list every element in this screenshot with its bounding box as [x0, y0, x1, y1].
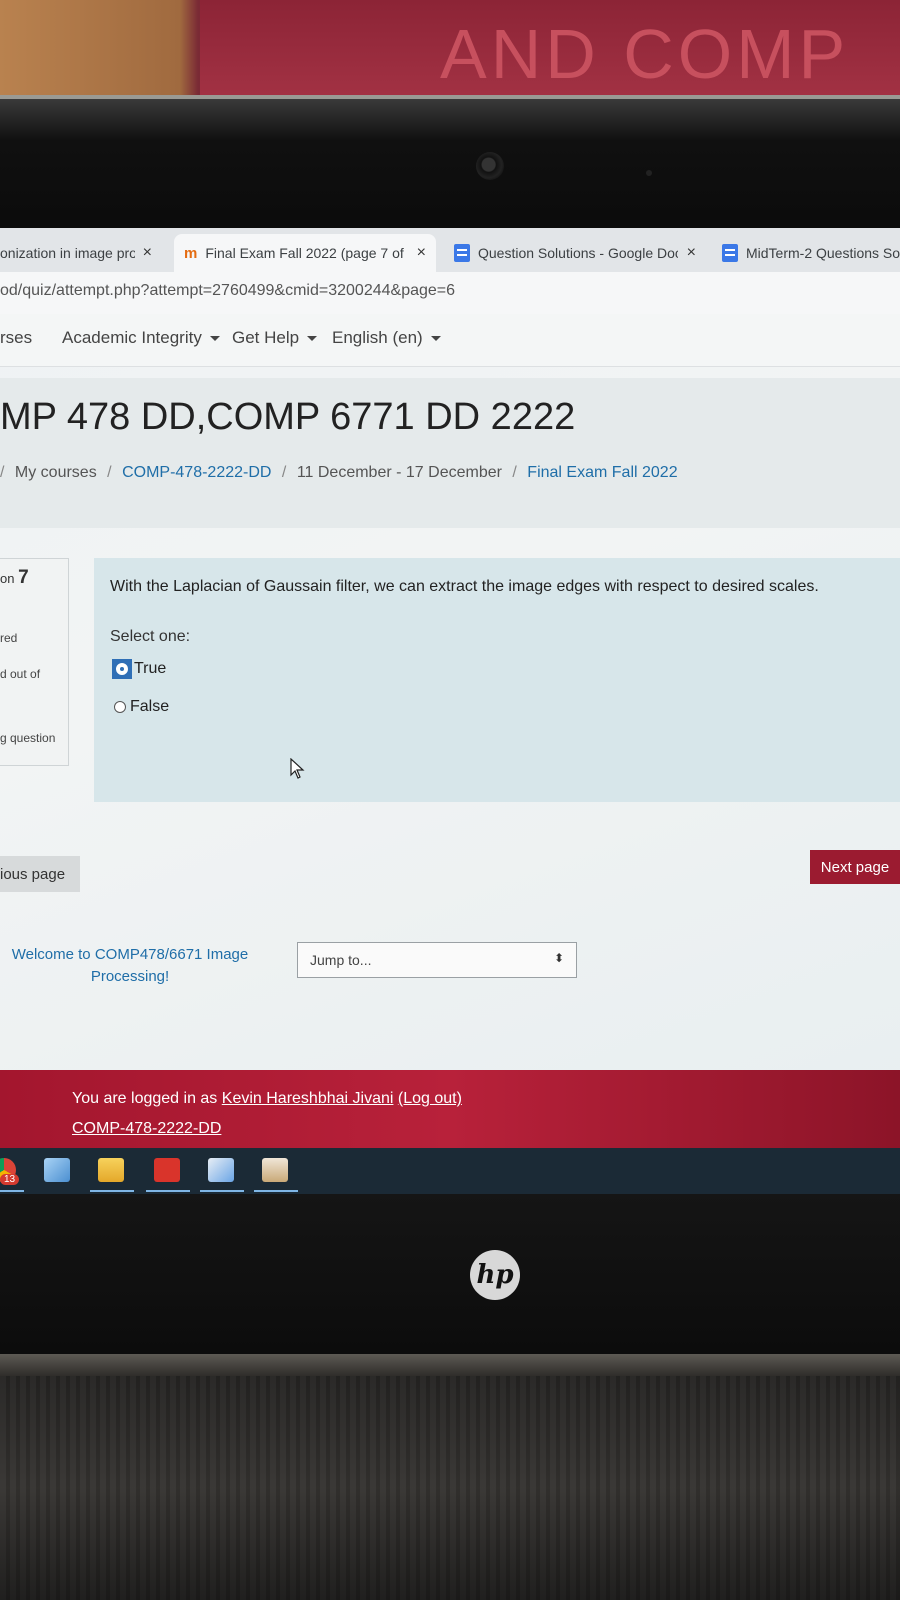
select-one-label: Select one: — [110, 628, 191, 645]
previous-page-button[interactable]: ious page — [0, 856, 80, 892]
tab-label: Question Solutions - Google Doc — [478, 245, 678, 261]
question-marks: d out of — [0, 667, 41, 681]
active-indicator — [200, 1190, 244, 1192]
question-content: With the Laplacian of Gaussain filter, w… — [94, 558, 900, 802]
option-true[interactable]: True — [112, 659, 167, 679]
user-profile-link[interactable]: Kevin Hareshbhai Jivani — [222, 1090, 394, 1107]
active-indicator — [146, 1190, 190, 1192]
address-bar[interactable]: od/quiz/attempt.php?attempt=2760499&cmid… — [0, 272, 900, 315]
tab-question-solutions[interactable]: Question Solutions - Google Doc × — [444, 234, 706, 272]
caret-down-icon — [209, 336, 220, 342]
nav-label: English (en) — [332, 328, 423, 347]
tab-label: onization in image pro — [0, 245, 135, 261]
close-icon[interactable]: × — [417, 244, 426, 262]
active-indicator — [90, 1190, 134, 1192]
tab-image-pro[interactable]: onization in image pro × — [0, 234, 162, 272]
url-text: od/quiz/attempt.php?attempt=2760499&cmid… — [0, 282, 456, 299]
breadcrumb-separator: / — [512, 464, 517, 481]
flag-question-link[interactable]: g question — [0, 731, 55, 745]
question-number-label: on — [0, 571, 15, 586]
option-label: True — [134, 660, 167, 677]
login-info: You are logged in as Kevin Hareshbhai Ji… — [72, 1090, 462, 1108]
file-explorer-icon[interactable] — [98, 1158, 124, 1182]
close-icon[interactable]: × — [143, 244, 152, 262]
next-page-button[interactable]: Next page — [810, 850, 900, 884]
breadcrumb: / My courses / COMP-478-2222-DD / 11 Dec… — [0, 464, 678, 482]
keyboard-shading — [0, 1376, 900, 1600]
nav-label: Academic Integrity — [62, 328, 202, 347]
windows-taskbar: 13 — [0, 1148, 900, 1194]
vlc-icon[interactable] — [262, 1158, 288, 1182]
hp-logo: hp — [470, 1250, 520, 1300]
wall-sign: AND COMP — [200, 0, 900, 100]
notepad-icon[interactable] — [44, 1158, 70, 1182]
question-info-panel: on 7 red d out of g question — [0, 558, 69, 766]
question-number: on 7 — [0, 567, 29, 589]
notification-badge: 13 — [0, 1174, 20, 1185]
breadcrumb-my-courses[interactable]: My courses — [15, 464, 97, 481]
caret-down-icon — [307, 336, 318, 342]
question-text: With the Laplacian of Gaussain filter, w… — [110, 578, 819, 595]
screen: onization in image pro × m Final Exam Fa… — [0, 228, 900, 1194]
mouse-cursor-icon — [290, 758, 305, 779]
breadcrumb-week[interactable]: 11 December - 17 December — [297, 464, 502, 481]
browser-tabbar: onization in image pro × m Final Exam Fa… — [0, 228, 900, 272]
radio-focus-ring — [112, 659, 132, 679]
previous-activity-link[interactable]: Welcome to COMP478/6671 Image Processing… — [0, 944, 260, 988]
option-false[interactable]: False — [114, 698, 169, 716]
laptop-bezel-bottom — [0, 1194, 900, 1354]
footer-course-link[interactable]: COMP-478-2222-DD — [72, 1120, 221, 1138]
page-footer: You are logged in as Kevin Hareshbhai Ji… — [0, 1070, 900, 1148]
breadcrumb-separator: / — [281, 464, 287, 481]
moodle-icon: m — [184, 244, 198, 262]
tab-midterm-solutions[interactable]: MidTerm-2 Questions Solu — [712, 234, 900, 272]
tab-label: Final Exam Fall 2022 (page 7 of 3 — [205, 245, 406, 261]
paint-icon[interactable] — [208, 1158, 234, 1182]
active-indicator — [0, 1190, 24, 1192]
radio-false[interactable] — [114, 701, 126, 713]
logout-link[interactable]: (Log out) — [398, 1090, 462, 1107]
page-title: MP 478 DD,COMP 6771 DD 2222 — [0, 396, 576, 438]
google-docs-icon — [722, 244, 738, 262]
breadcrumb-course[interactable]: COMP-478-2222-DD — [122, 464, 271, 481]
jump-to-value: Jump to... — [310, 952, 372, 968]
nav-label: Get Help — [232, 328, 300, 347]
site-navbar: rses Academic Integrity Get Help English… — [0, 314, 900, 367]
close-icon[interactable]: × — [687, 244, 696, 262]
nav-get-help[interactable]: Get Help — [232, 328, 318, 348]
wall-sign-text: AND COMP — [440, 15, 850, 93]
question-status: red — [0, 631, 18, 645]
acrobat-icon[interactable] — [154, 1158, 180, 1182]
nav-academic-integrity[interactable]: Academic Integrity — [62, 328, 220, 348]
tab-label: MidTerm-2 Questions Solu — [746, 245, 900, 261]
laptop-hinge — [0, 1354, 900, 1376]
breadcrumb-separator: / — [107, 464, 112, 481]
breadcrumb-separator: / — [0, 464, 5, 481]
option-label: False — [130, 698, 170, 715]
page-header: MP 478 DD,COMP 6771 DD 2222 / My courses… — [0, 378, 900, 528]
laptop-bezel-top — [0, 95, 900, 239]
webcam-indicator — [646, 170, 652, 176]
jump-to-select[interactable]: Jump to... ⬍ — [297, 942, 577, 978]
question-number-value: 7 — [18, 567, 29, 588]
webcam-icon — [476, 152, 504, 180]
active-indicator — [254, 1190, 298, 1192]
breadcrumb-quiz[interactable]: Final Exam Fall 2022 — [527, 464, 677, 481]
radio-true[interactable] — [116, 663, 128, 675]
google-docs-icon — [454, 244, 470, 262]
login-prefix: You are logged in as — [72, 1090, 218, 1107]
nav-courses[interactable]: rses — [0, 328, 32, 348]
tab-final-exam[interactable]: m Final Exam Fall 2022 (page 7 of 3 × — [174, 234, 436, 272]
caret-down-icon — [430, 336, 441, 342]
nav-language[interactable]: English (en) — [332, 328, 441, 348]
select-arrows-icon: ⬍ — [553, 951, 564, 965]
